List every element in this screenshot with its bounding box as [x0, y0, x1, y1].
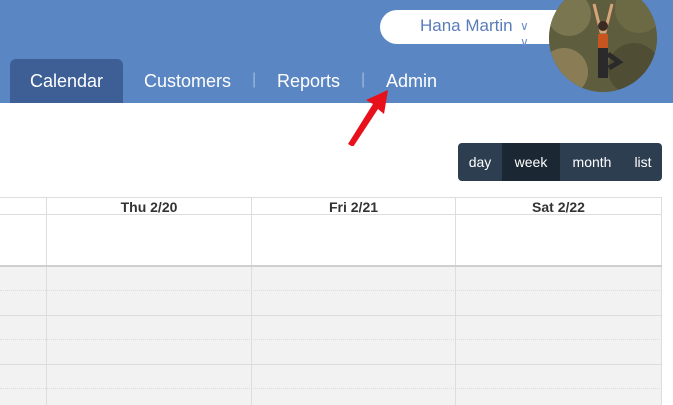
time-column-header — [0, 197, 47, 215]
day-header-fri: Fri 2/21 — [252, 197, 456, 215]
tab-customers[interactable]: Customers — [144, 59, 231, 103]
day-header-thu: Thu 2/20 — [47, 197, 252, 215]
all-day-cell[interactable] — [0, 215, 47, 265]
avatar[interactable] — [549, 0, 657, 92]
all-day-cell[interactable] — [47, 215, 252, 265]
view-switcher: day week month list — [458, 143, 662, 181]
tab-admin[interactable]: Admin — [386, 59, 437, 103]
view-week-button[interactable]: week — [502, 143, 560, 181]
top-bar: Hana Martin ∨ ∨ Calendar Customers | Repo… — [0, 0, 673, 103]
red-arrow-icon — [348, 90, 388, 146]
all-day-cell[interactable] — [252, 215, 456, 265]
tab-calendar[interactable]: Calendar — [10, 59, 124, 103]
view-month-button[interactable]: month — [560, 143, 624, 181]
user-name[interactable]: Hana Martin — [420, 16, 513, 36]
view-day-button[interactable]: day — [458, 143, 502, 181]
week-calendar: Thu 2/20 Fri 2/21 Sat 2/22 — [0, 197, 662, 405]
time-grid[interactable] — [0, 265, 662, 405]
all-day-cell[interactable] — [456, 215, 662, 265]
nav-separator: | — [252, 71, 257, 88]
double-chevron-down-icon[interactable]: ∨ ∨ — [520, 18, 529, 50]
day-header-sat: Sat 2/22 — [456, 197, 662, 215]
view-list-button[interactable]: list — [624, 143, 662, 181]
tab-reports[interactable]: Reports — [277, 59, 340, 103]
